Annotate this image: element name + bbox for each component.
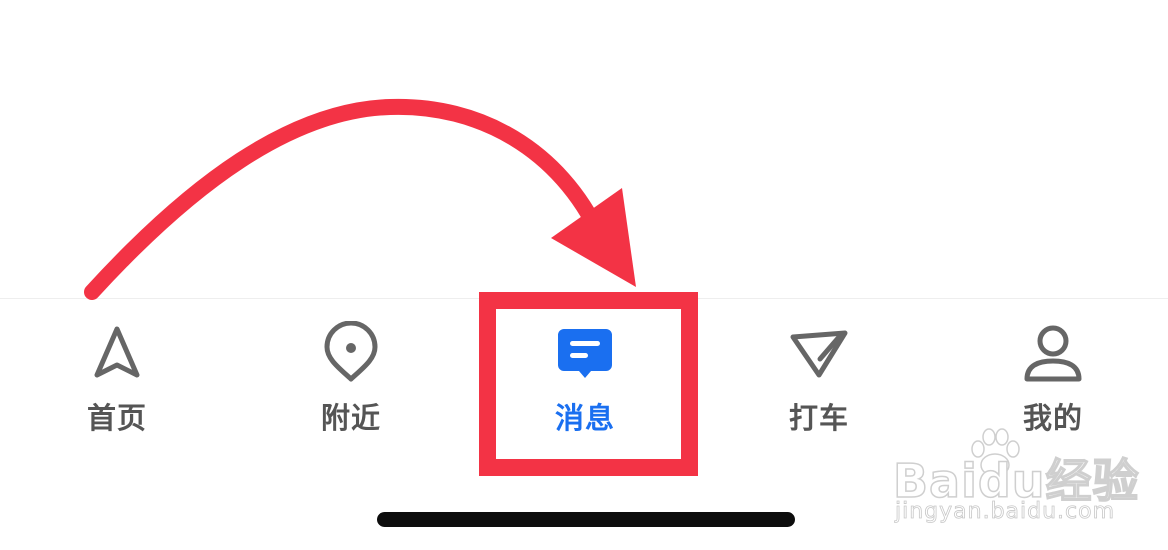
- tab-mine[interactable]: 我的: [936, 299, 1168, 449]
- chat-bubble-icon: [553, 321, 617, 385]
- tab-taxi-label: 打车: [788, 401, 849, 435]
- home-indicator: [377, 512, 795, 527]
- tab-mine-label: 我的: [1022, 401, 1083, 435]
- watermark-url: jingyan.baidu.com: [895, 499, 1116, 525]
- user-icon: [1021, 321, 1085, 385]
- tab-home[interactable]: 首页: [0, 299, 234, 449]
- tab-home-label: 首页: [86, 401, 147, 435]
- tab-taxi[interactable]: 打车: [702, 299, 936, 449]
- navigation-arrow-icon: [85, 321, 149, 385]
- location-pin-icon: [319, 321, 383, 385]
- bottom-tab-bar: 首页 附近 消息 打车 我的: [0, 299, 1168, 459]
- tab-messages-label: 消息: [554, 401, 615, 435]
- tab-nearby[interactable]: 附近: [234, 299, 468, 449]
- content-area: [0, 0, 1168, 299]
- tab-messages[interactable]: 消息: [468, 299, 702, 449]
- tab-nearby-label: 附近: [320, 401, 381, 435]
- taxi-triangle-icon: [787, 321, 851, 385]
